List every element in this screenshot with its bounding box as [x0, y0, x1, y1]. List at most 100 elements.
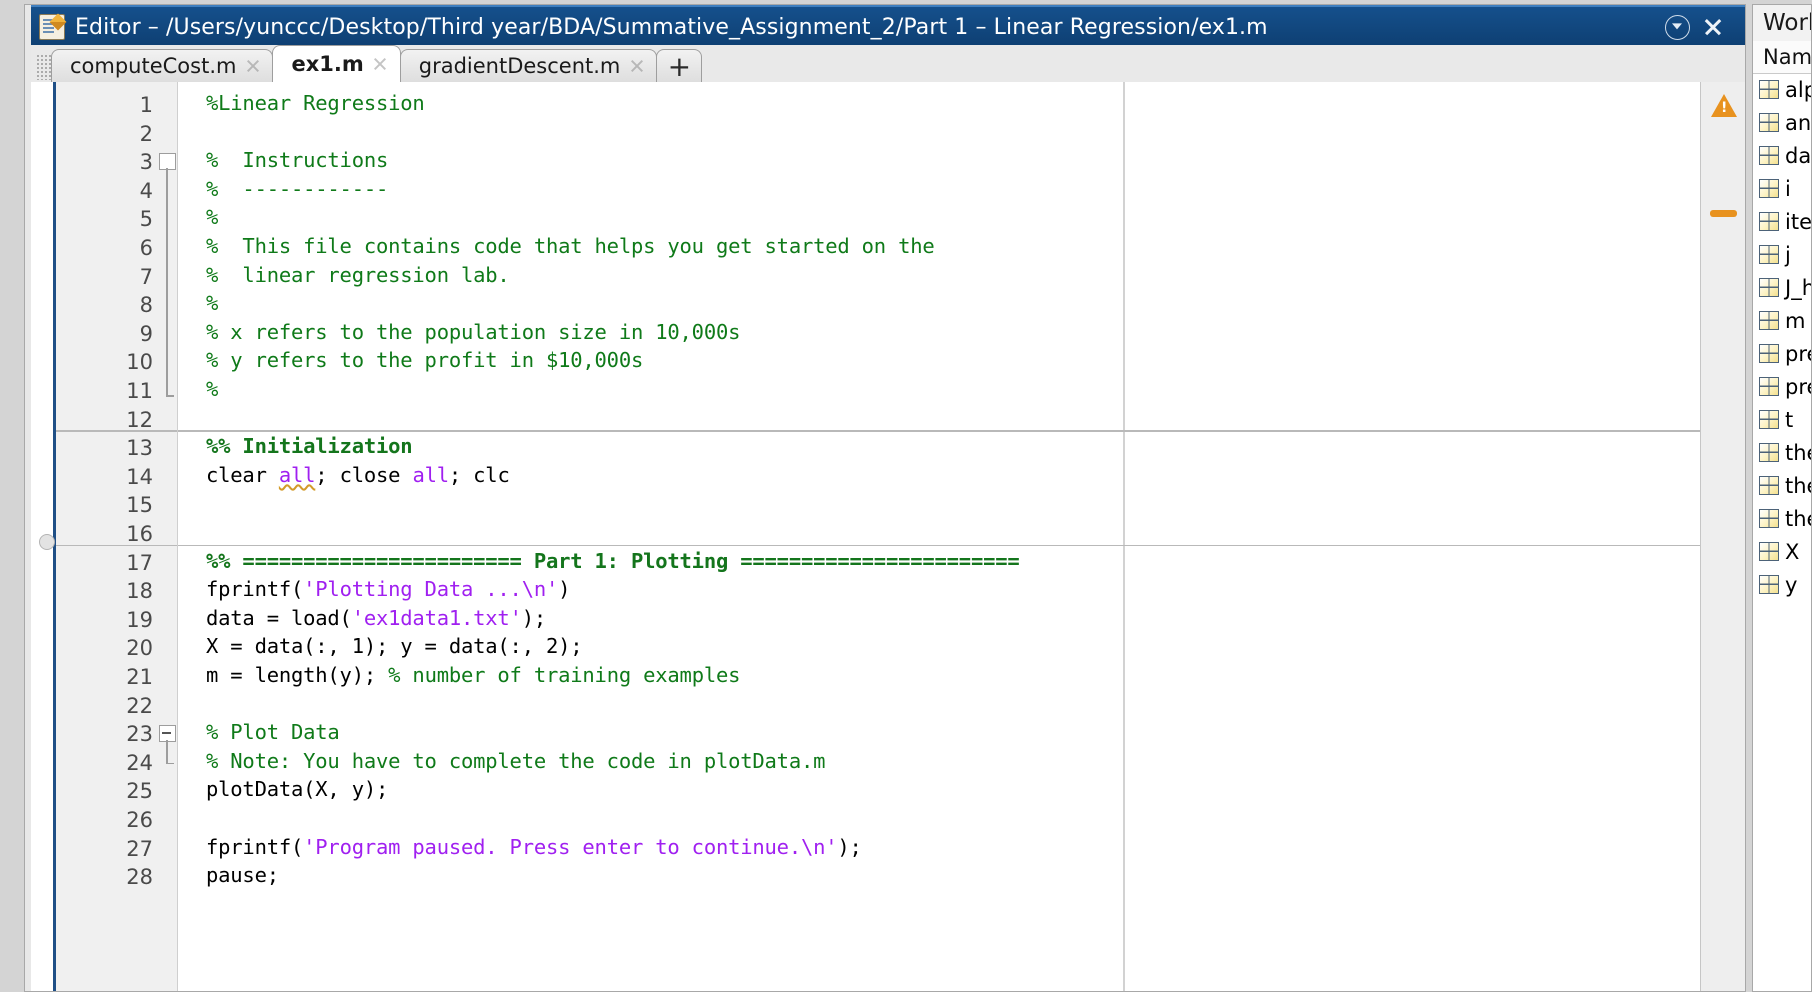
- workspace-variable-name: y: [1785, 572, 1798, 597]
- code-token: 'Program paused. Press enter to continue…: [303, 834, 838, 859]
- code-line[interactable]: fprintf('Plotting Data ...\n'): [206, 579, 570, 600]
- breakpoint-gutter-dot[interactable]: [39, 534, 55, 550]
- code-cell-separator-gutter: [56, 430, 177, 432]
- code-fold-box-collapse[interactable]: [159, 725, 176, 743]
- code-text-area[interactable]: %Linear Regression % Instructions % ------…: [178, 82, 1745, 991]
- line-number: 28: [126, 865, 153, 890]
- workspace-variable-row[interactable]: predict1: [1753, 337, 1811, 370]
- code-line[interactable]: clear all; close all; clc: [206, 465, 510, 486]
- code-line[interactable]: plotData(X, y);: [206, 779, 388, 800]
- workspace-variable-row[interactable]: J_history: [1753, 271, 1811, 304]
- code-line[interactable]: % linear regression lab.: [206, 264, 510, 286]
- code-token: % y refers to the profit in $10,000s: [206, 348, 644, 373]
- code-line[interactable]: X = data(:, 1); y = data(:, 2);: [206, 634, 583, 659]
- code-token: %Linear Regression: [206, 91, 425, 115]
- workspace-variable-row[interactable]: j: [1753, 238, 1811, 271]
- dock-dropdown-button[interactable]: [1659, 9, 1695, 45]
- line-number: 5: [139, 207, 153, 232]
- close-icon[interactable]: [245, 59, 260, 74]
- matrix-icon: [1759, 344, 1779, 363]
- code-line[interactable]: % ------------: [206, 179, 388, 200]
- code-token: %% ======================= Part 1: Plott…: [206, 548, 1020, 573]
- code-line[interactable]: data = load('ex1data1.txt');: [206, 608, 546, 629]
- code-line[interactable]: %% Initialization: [206, 436, 413, 457]
- close-window-button[interactable]: [1695, 9, 1731, 45]
- code-line[interactable]: %: [206, 293, 218, 314]
- code-fold-bracket: [166, 168, 168, 395]
- workspace-variable-row[interactable]: theta0_vals: [1753, 469, 1811, 502]
- code-line[interactable]: % x refers to the population size in 10,…: [206, 322, 740, 343]
- line-number: 25: [126, 779, 153, 804]
- matrix-icon: [1759, 509, 1779, 528]
- code-line[interactable]: %% ======================= Part 1: Plott…: [206, 548, 1020, 573]
- code-line[interactable]: %: [206, 379, 218, 400]
- workspace-variable-row[interactable]: theta: [1753, 436, 1811, 469]
- workspace-variable-row[interactable]: iterations: [1753, 205, 1811, 238]
- warning-marker[interactable]: [1710, 210, 1737, 217]
- code-line[interactable]: m = length(y); % number of training exam…: [206, 665, 740, 686]
- line-number: 7: [139, 264, 153, 289]
- code-token: %: [206, 205, 219, 230]
- close-icon[interactable]: [373, 57, 388, 72]
- code-fold-box[interactable]: [159, 153, 176, 171]
- matrix-icon: [1759, 410, 1779, 429]
- code-line[interactable]: %Linear Regression: [206, 93, 425, 114]
- new-tab-button[interactable]: +: [656, 49, 703, 83]
- workspace-column-header-name[interactable]: Name: [1753, 41, 1811, 74]
- workspace-variable-row[interactable]: t: [1753, 403, 1811, 436]
- workspace-variable-row[interactable]: y: [1753, 568, 1811, 601]
- code-token: %: [206, 377, 219, 401]
- workspace-variable-row[interactable]: theta1_vals: [1753, 502, 1811, 535]
- tabstrip-drag-handle[interactable]: [37, 54, 51, 80]
- workspace-variable-row[interactable]: X: [1753, 535, 1811, 568]
- chevron-down-circle-icon: [1664, 14, 1690, 40]
- line-number: 20: [126, 636, 153, 661]
- code-line[interactable]: % Plot Data: [206, 722, 340, 743]
- code-token: % ------------: [206, 176, 389, 201]
- code-line[interactable]: % Instructions: [206, 150, 388, 171]
- code-line[interactable]: % Note: You have to complete the code in…: [206, 751, 825, 772]
- line-number: 23: [126, 722, 153, 747]
- code-token: %: [206, 291, 219, 316]
- close-icon[interactable]: [629, 59, 644, 74]
- code-token: clear: [206, 462, 279, 487]
- line-number: 3: [139, 150, 153, 175]
- workspace-variable-row[interactable]: ans: [1753, 106, 1811, 139]
- code-token: all: [278, 462, 316, 487]
- workspace-variable-name: iterations: [1785, 209, 1811, 234]
- matrix-icon: [1759, 377, 1779, 396]
- matrix-icon: [1759, 245, 1779, 264]
- tab-ex1[interactable]: ex1.m: [272, 45, 401, 82]
- code-line[interactable]: % y refers to the profit in $10,000s: [206, 350, 643, 371]
- code-fold-bracket-foot: [166, 395, 174, 397]
- code-line[interactable]: fprintf('Program paused. Press enter to …: [206, 834, 862, 859]
- workspace-variable-row[interactable]: i: [1753, 172, 1811, 205]
- line-number: 21: [126, 665, 153, 689]
- code-line[interactable]: pause;: [206, 865, 279, 886]
- titlebar-buttons: [1659, 9, 1731, 45]
- workspace-variable-name: j: [1785, 242, 1791, 267]
- line-number: 13: [126, 436, 153, 461]
- tab-label: ex1.m: [291, 51, 364, 76]
- workspace-variable-row[interactable]: data: [1753, 139, 1811, 172]
- line-number: 18: [126, 579, 153, 604]
- workspace-variable-row[interactable]: alpha: [1753, 73, 1811, 106]
- editor-titlebar[interactable]: Editor – /Users/yunccc/Desktop/Third yea…: [31, 5, 1745, 47]
- code-token: X = data(:, 1); y = data(:, 2);: [206, 634, 583, 659]
- tab-gradientdescent[interactable]: gradientDescent.m: [399, 49, 658, 82]
- code-token: fprintf(: [206, 577, 304, 602]
- code-line[interactable]: %: [206, 207, 218, 228]
- tab-computecost[interactable]: computeCost.m: [51, 49, 274, 82]
- tab-label: gradientDescent.m: [418, 53, 621, 78]
- code-analyzer-strip[interactable]: [1700, 82, 1745, 991]
- workspace-variable-row[interactable]: m: [1753, 304, 1811, 337]
- workspace-title: Workspace: [1753, 5, 1811, 42]
- workspace-variable-row[interactable]: predict2: [1753, 370, 1811, 403]
- code-token: all: [412, 462, 449, 487]
- line-number: 8: [139, 293, 153, 318]
- workspace-variable-name: J_history: [1785, 275, 1811, 300]
- code-line[interactable]: % This file contains code that helps you…: [206, 236, 935, 257]
- code-token: ; clc: [448, 462, 510, 487]
- warning-triangle-icon[interactable]: [1711, 94, 1737, 117]
- workspace-variable-name: predict1: [1785, 341, 1811, 366]
